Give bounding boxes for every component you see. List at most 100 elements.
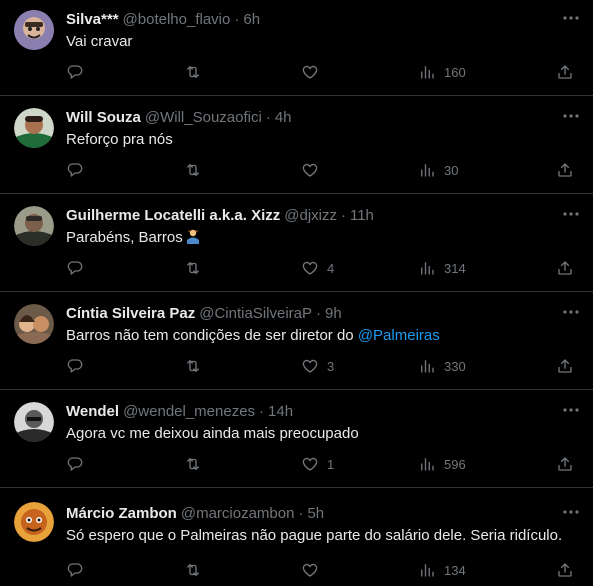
tweet-text-content: Agora vc me deixou ainda mais preocupado	[66, 425, 359, 442]
share-button[interactable]	[556, 558, 574, 582]
reply-icon	[67, 163, 83, 177]
user-handle[interactable]: @Will_Souzaofici	[145, 109, 262, 126]
share-icon	[558, 65, 572, 79]
tweet[interactable]: Márcio Zambon @marciozambon · 5h Só espero …	[0, 488, 593, 586]
avatar[interactable]	[14, 304, 54, 344]
retweet-button[interactable]	[184, 158, 202, 182]
like-button[interactable]: 3	[301, 354, 334, 378]
separator-dot: ·	[316, 305, 321, 322]
timestamp[interactable]: 6h	[243, 11, 260, 28]
tweet-actions: 3 330	[58, 354, 588, 378]
more-icon[interactable]	[559, 500, 583, 524]
retweet-button[interactable]	[184, 354, 202, 378]
more-icon[interactable]	[559, 6, 583, 30]
views-button[interactable]: 160	[418, 60, 466, 84]
user-handle[interactable]: @marciozambon	[181, 505, 295, 522]
tweet-actions: 134	[58, 558, 588, 582]
share-icon	[558, 261, 572, 275]
display-name[interactable]: Cíntia Silveira Paz	[66, 305, 195, 322]
user-handle[interactable]: @CintiaSilveiraP	[199, 305, 312, 322]
views-button[interactable]: 30	[418, 158, 458, 182]
tweet-header: Márcio Zambon @marciozambon · 5h	[66, 504, 324, 524]
like-button[interactable]	[301, 558, 327, 582]
tweet[interactable]: Will Souza @Will_Souzaofici · 4h Reforço pr…	[0, 96, 593, 194]
share-button[interactable]	[556, 354, 574, 378]
tweet[interactable]: Cíntia Silveira Paz @CintiaSilveiraP · 9h B…	[0, 292, 593, 390]
avatar[interactable]	[14, 206, 54, 246]
views-button[interactable]: 330	[418, 354, 466, 378]
views-icon	[421, 66, 434, 79]
retweet-button[interactable]	[184, 452, 202, 476]
tweet-header: Silva*** @botelho_flavio · 6h	[66, 10, 260, 30]
avatar[interactable]	[14, 108, 54, 148]
like-icon	[302, 65, 318, 79]
reply-button[interactable]	[66, 158, 84, 182]
reply-icon	[67, 65, 83, 79]
tweet[interactable]: Silva*** @botelho_flavio · 6h Vai cravar 16…	[0, 0, 593, 96]
retweet-button[interactable]	[184, 558, 202, 582]
retweet-icon	[187, 458, 199, 470]
more-icon[interactable]	[559, 398, 583, 422]
retweet-button[interactable]	[184, 256, 202, 280]
display-name[interactable]: Wendel	[66, 403, 119, 420]
like-button[interactable]	[301, 60, 327, 84]
reply-button[interactable]	[66, 354, 84, 378]
tweet-text: Vai cravar	[66, 32, 132, 52]
reply-button[interactable]	[66, 558, 84, 582]
tweet-text-content: Reforço pra nós	[66, 131, 173, 148]
like-icon	[302, 359, 318, 373]
share-button[interactable]	[556, 256, 574, 280]
retweet-icon	[187, 66, 199, 78]
view-count: 160	[444, 64, 466, 80]
share-icon	[558, 457, 572, 471]
reply-button[interactable]	[66, 60, 84, 84]
separator-dot: ·	[340, 207, 346, 224]
tweet[interactable]: Guilherme Locatelli a.k.a. Xizz @djxizz · 1…	[0, 194, 593, 292]
timestamp[interactable]: 9h	[325, 305, 342, 322]
tweet-text: Agora vc me deixou ainda mais preocupado	[66, 424, 359, 444]
view-count: 596	[444, 456, 466, 472]
retweet-button[interactable]	[184, 60, 202, 84]
reply-button[interactable]	[66, 256, 84, 280]
timestamp[interactable]: 14h	[268, 403, 293, 420]
user-handle[interactable]: @wendel_menezes	[123, 403, 255, 420]
separator-dot: ·	[265, 109, 271, 126]
user-handle[interactable]: @botelho_flavio	[123, 11, 231, 28]
more-icon[interactable]	[559, 300, 583, 324]
timestamp[interactable]: 11h	[350, 207, 374, 224]
tweet-header: Cíntia Silveira Paz @CintiaSilveiraP · 9h	[66, 304, 342, 324]
share-button[interactable]	[556, 452, 574, 476]
like-button[interactable]: 1	[301, 452, 334, 476]
tweet[interactable]: Wendel @wendel_menezes · 14h Agora vc me de…	[0, 390, 593, 488]
more-icon[interactable]	[559, 104, 583, 128]
display-name[interactable]: Márcio Zambon	[66, 505, 177, 522]
reply-button[interactable]	[66, 452, 84, 476]
like-button[interactable]	[301, 158, 327, 182]
view-count: 330	[444, 358, 466, 374]
share-button[interactable]	[556, 158, 574, 182]
more-icon[interactable]	[559, 202, 583, 226]
share-icon	[558, 563, 572, 577]
separator-dot: ·	[298, 505, 304, 522]
avatar[interactable]	[14, 402, 54, 442]
user-handle[interactable]: @djxizz	[284, 207, 337, 224]
display-name[interactable]: Silva***	[66, 11, 119, 28]
views-button[interactable]: 314	[418, 256, 466, 280]
like-button[interactable]: 4	[301, 256, 334, 280]
display-name[interactable]: Guilherme Locatelli a.k.a. Xizz	[66, 207, 280, 224]
views-button[interactable]: 596	[418, 452, 466, 476]
retweet-icon	[187, 262, 199, 274]
tweet-text: Barros não tem condições de ser diretor …	[66, 326, 440, 346]
timestamp[interactable]: 4h	[275, 109, 292, 126]
like-icon	[302, 261, 318, 275]
share-button[interactable]	[556, 60, 574, 84]
avatar[interactable]	[14, 502, 54, 542]
views-button[interactable]: 134	[418, 558, 466, 582]
display-name[interactable]: Will Souza	[66, 109, 141, 126]
timestamp[interactable]: 5h	[307, 505, 324, 522]
share-icon	[558, 359, 572, 373]
avatar[interactable]	[14, 10, 54, 50]
like-count: 4	[327, 260, 335, 276]
mention-link[interactable]: @Palmeiras	[358, 327, 440, 344]
tweet-text: Só espero que o Palmeiras não pague part…	[66, 526, 562, 546]
